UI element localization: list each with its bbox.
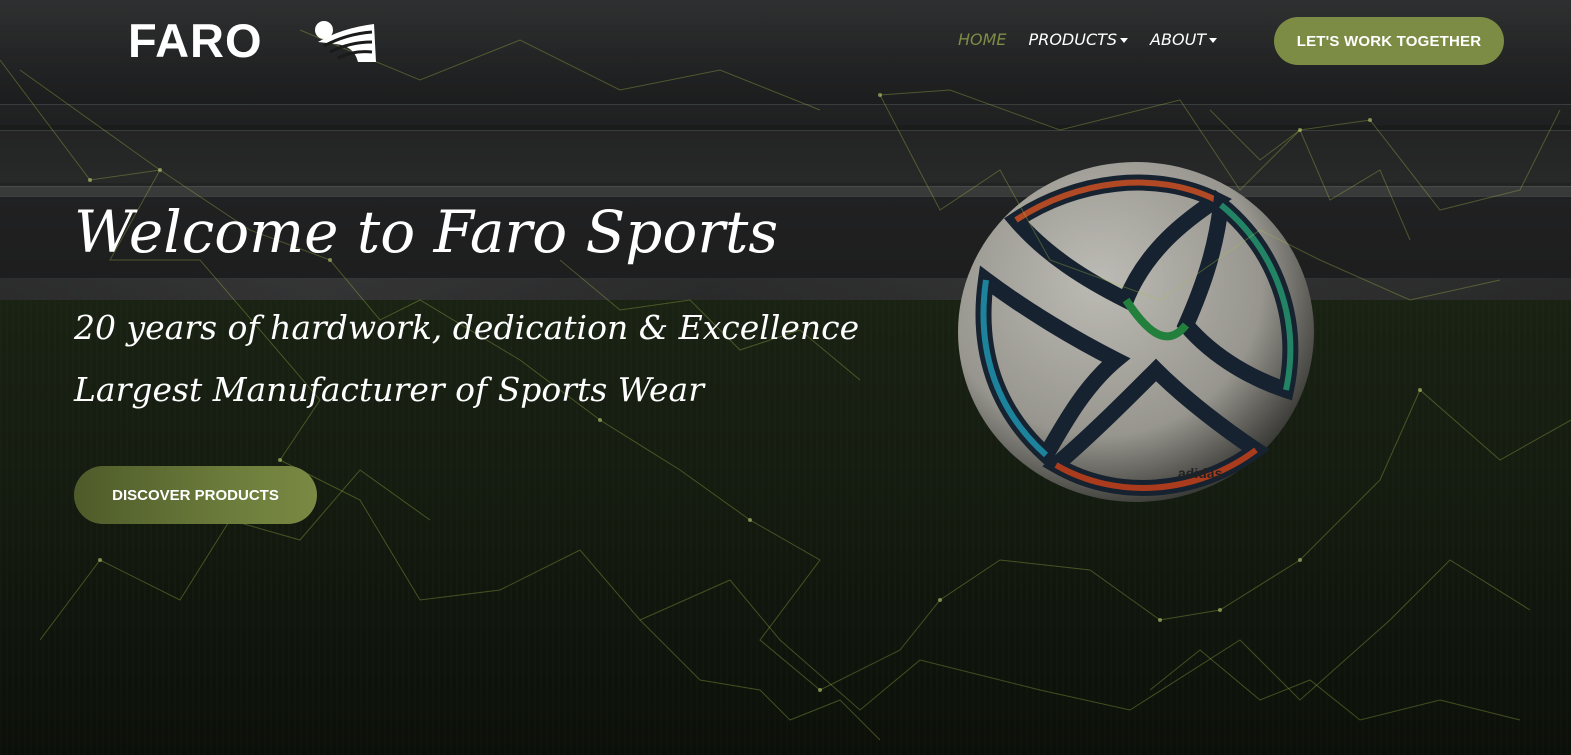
main-navigation: HOME PRODUCTS ABOUT [958, 30, 1218, 49]
hero-subline-1: 20 years of hardwork, dedication & Excel… [74, 308, 860, 347]
logo-stripes-icon [315, 21, 376, 62]
logo-text: FARO [128, 14, 263, 67]
discover-products-button[interactable]: DISCOVER PRODUCTS [74, 466, 317, 524]
nav-item-label: HOME [958, 30, 1007, 49]
nav-item-home[interactable]: HOME [958, 30, 1007, 49]
lets-work-together-button[interactable]: LET'S WORK TOGETHER [1274, 17, 1504, 65]
nav-item-products[interactable]: PRODUCTS [1029, 30, 1129, 49]
hero-headline: Welcome to Faro Sports [74, 198, 779, 266]
hero-subline-2: Largest Manufacturer of Sports Wear [74, 370, 704, 409]
brand-logo[interactable]: FARO [128, 14, 378, 67]
nav-item-about[interactable]: ABOUT [1150, 30, 1218, 49]
hero-section: adidas FARO HOME PRODUCTS ABOUT LET'S WO… [0, 0, 1571, 755]
nav-item-label: PRODUCTS [1028, 30, 1118, 49]
caret-down-icon [1120, 38, 1129, 43]
nav-item-label: ABOUT [1150, 30, 1207, 49]
caret-down-icon [1209, 38, 1218, 43]
